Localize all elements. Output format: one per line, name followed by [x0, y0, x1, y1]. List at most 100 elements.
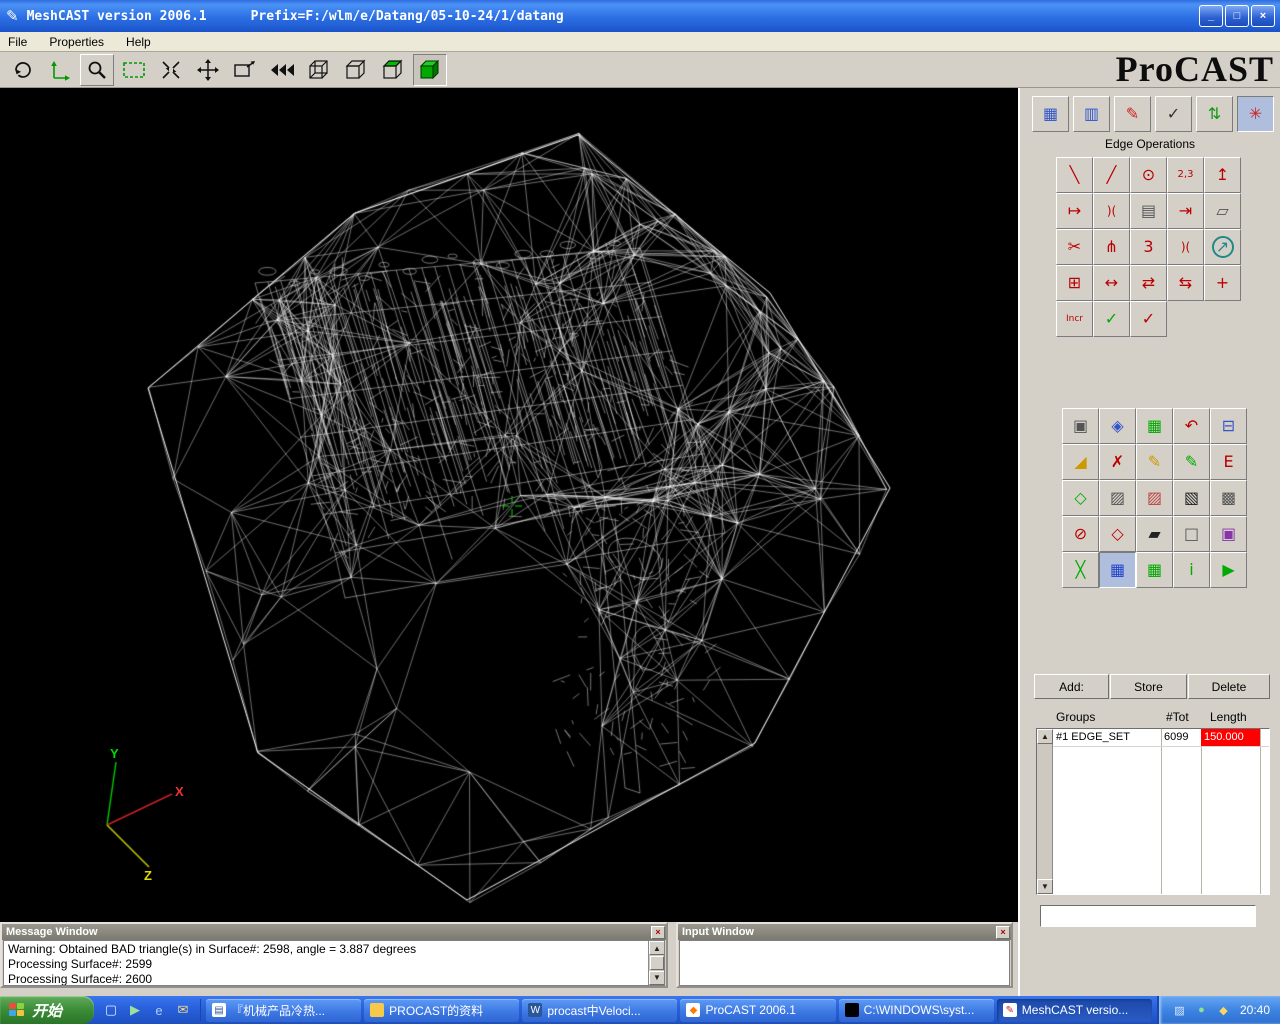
mesh-hatch-icon[interactable]: ▨	[1099, 480, 1136, 516]
edge-segment-icon[interactable]: ╱	[1093, 157, 1130, 193]
scroll-down-icon[interactable]: ▼	[649, 970, 664, 985]
message-scrollbar[interactable]: ▲ ▼	[648, 941, 664, 985]
edge-endpoints-icon[interactable]: ↦	[1056, 193, 1093, 229]
mesh-pencil-yellow-icon[interactable]: ✎	[1136, 444, 1173, 480]
rotate-view-icon[interactable]	[6, 54, 40, 86]
store-button[interactable]: Store	[1110, 674, 1187, 699]
maximize-button[interactable]: □	[1225, 5, 1249, 27]
scroll-thumb[interactable]	[650, 956, 664, 970]
menu-properties[interactable]: Properties	[49, 35, 104, 49]
tray-icon-3[interactable]: ◆	[1215, 1002, 1232, 1019]
mesh-flag-icon[interactable]: ▰	[1136, 516, 1173, 552]
scroll-down-icon[interactable]: ▼	[1037, 879, 1053, 894]
edge-snap-icon[interactable]: ⇥	[1167, 193, 1204, 229]
mesh-hatch-dark-icon[interactable]: ▧	[1173, 480, 1210, 516]
taskbar-task-4[interactable]: ◆ ProCAST 2006.1	[680, 998, 836, 1022]
mesh-page-icon[interactable]: □	[1173, 516, 1210, 552]
mesh-e-icon[interactable]: E	[1210, 444, 1247, 480]
surface-mesh-icon[interactable]: ▦	[1032, 96, 1069, 132]
input-window-content[interactable]	[679, 940, 1010, 986]
mesh-pencil-green-icon[interactable]: ✎	[1173, 444, 1210, 480]
start-button[interactable]: 开始	[0, 996, 94, 1024]
quick-launch-mail[interactable]: ✉	[172, 999, 194, 1021]
edge-branch-icon[interactable]: ⋔	[1093, 229, 1130, 265]
mesh-xgrid-green2-icon[interactable]: ▦	[1136, 552, 1173, 588]
edge-plane-icon[interactable]: ▱	[1204, 193, 1241, 229]
mesh-wedge-icon[interactable]: ◢	[1062, 444, 1099, 480]
edge-extend-icon[interactable]: ↥	[1204, 157, 1241, 193]
shaded-top-cube-icon[interactable]	[376, 54, 410, 86]
solid-cube-icon[interactable]	[413, 53, 447, 86]
import-export-icon[interactable]: ⇅	[1196, 96, 1233, 132]
scroll-up-icon[interactable]: ▲	[649, 941, 664, 956]
mesh-cube-icon[interactable]: ▣	[1062, 408, 1099, 444]
edge-corner-icon[interactable]: ⊞	[1056, 265, 1093, 301]
message-window-close-icon[interactable]: ×	[651, 925, 665, 939]
tray-icon-1[interactable]: ▨	[1171, 1002, 1188, 1019]
delete-button[interactable]: Delete	[1188, 674, 1270, 699]
hidden-line-cube-icon[interactable]	[339, 54, 373, 86]
pan-icon[interactable]	[191, 54, 225, 86]
taskbar-task-6[interactable]: ✎ MeshCAST versio...	[996, 998, 1152, 1022]
edge-exchange-icon[interactable]: ⇆	[1167, 265, 1204, 301]
mesh-play-icon[interactable]: ▶	[1210, 552, 1247, 588]
edge-split-3-icon[interactable]: 3	[1130, 229, 1167, 265]
scroll-up-icon[interactable]: ▲	[1037, 729, 1053, 744]
list-scrollbar[interactable]: ▲ ▼	[1037, 729, 1053, 894]
close-button[interactable]: ×	[1251, 5, 1275, 27]
menu-file[interactable]: File	[8, 35, 27, 49]
zoom-window-icon[interactable]	[117, 54, 151, 86]
taskbar-task-1[interactable]: ▤ 『机械产品冷热...	[206, 998, 362, 1022]
input-window-close-icon[interactable]: ×	[996, 925, 1010, 939]
mesh-delete-icon[interactable]: ✗	[1099, 444, 1136, 480]
wireframe-cube-icon[interactable]	[302, 54, 336, 86]
menu-help[interactable]: Help	[126, 35, 151, 49]
edge-reject-icon[interactable]: ✓	[1130, 301, 1167, 337]
edge-join-icon[interactable]: )(	[1167, 229, 1204, 265]
mesh-hatch-double-icon[interactable]: ▩	[1210, 480, 1247, 516]
mesh-xgrid-blue-icon[interactable]: ▦	[1099, 552, 1136, 588]
mesh-hatch-red-icon[interactable]: ▨	[1136, 480, 1173, 516]
mesh-undo-icon[interactable]: ↶	[1173, 408, 1210, 444]
edge-copy-icon[interactable]: ▤	[1130, 193, 1167, 229]
zoom-box-icon[interactable]	[228, 54, 262, 86]
mesh-save-icon[interactable]: ⊟	[1210, 408, 1247, 444]
mesh-xgrid-green-icon[interactable]: ╳	[1062, 552, 1099, 588]
quick-launch-player[interactable]: ▶	[124, 999, 146, 1021]
mesh-info-icon[interactable]: ◈	[1099, 408, 1136, 444]
edge-circle-icon[interactable]: ⊙	[1130, 157, 1167, 193]
edge-arcs-icon[interactable]: )(	[1093, 193, 1130, 229]
mesh-dashed-diamond-icon[interactable]: ◇	[1062, 480, 1099, 516]
previous-views-icon[interactable]	[265, 54, 299, 86]
mesh-diamond-arrows-icon[interactable]: ◇	[1099, 516, 1136, 552]
panel-input[interactable]	[1040, 905, 1256, 927]
mesh-no-hatch-icon[interactable]: ⊘	[1062, 516, 1099, 552]
edge-navigate-icon[interactable]: ↗	[1204, 229, 1241, 265]
edge-swap-icon[interactable]: ⇄	[1130, 265, 1167, 301]
mesh-wireframe-canvas[interactable]	[0, 88, 1018, 922]
edge-stretch-icon[interactable]: ↔	[1093, 265, 1130, 301]
mesh-grid-green-icon[interactable]: ▦	[1136, 408, 1173, 444]
zoom-icon[interactable]	[80, 53, 114, 86]
quick-launch-browser[interactable]: e	[148, 999, 170, 1021]
minimize-button[interactable]: _	[1199, 5, 1223, 27]
volume-mesh-icon[interactable]: ▥	[1073, 96, 1110, 132]
quick-launch-desktop[interactable]: ▢	[100, 999, 122, 1021]
check-mesh-icon[interactable]: ✓	[1155, 96, 1192, 132]
mesh-page-purple-icon[interactable]: ▣	[1210, 516, 1247, 552]
axes-icon[interactable]	[43, 54, 77, 86]
edge-accept-icon[interactable]: ✓	[1093, 301, 1130, 337]
edge-cut-icon[interactable]: ✂	[1056, 229, 1093, 265]
edge-split-23-icon[interactable]: 2,3	[1167, 157, 1204, 193]
add-button[interactable]: Add:	[1034, 674, 1109, 699]
mesh-info2-icon[interactable]: i	[1173, 552, 1210, 588]
taskbar-task-3[interactable]: Wprocast中Veloci...	[522, 998, 678, 1022]
edge-merge-icon[interactable]: +	[1204, 265, 1241, 301]
edge-incr-icon[interactable]: Incr	[1056, 301, 1093, 337]
edge-set-row[interactable]: #1 EDGE_SET 6099 150.000	[1053, 729, 1269, 747]
special-ops-icon[interactable]: ✳	[1237, 96, 1274, 132]
tray-icon-2[interactable]: ●	[1193, 1002, 1210, 1019]
taskbar-task-2[interactable]: PROCAST的资料	[364, 998, 520, 1022]
edge-line-icon[interactable]: ╲	[1056, 157, 1093, 193]
fit-view-icon[interactable]	[154, 54, 188, 86]
